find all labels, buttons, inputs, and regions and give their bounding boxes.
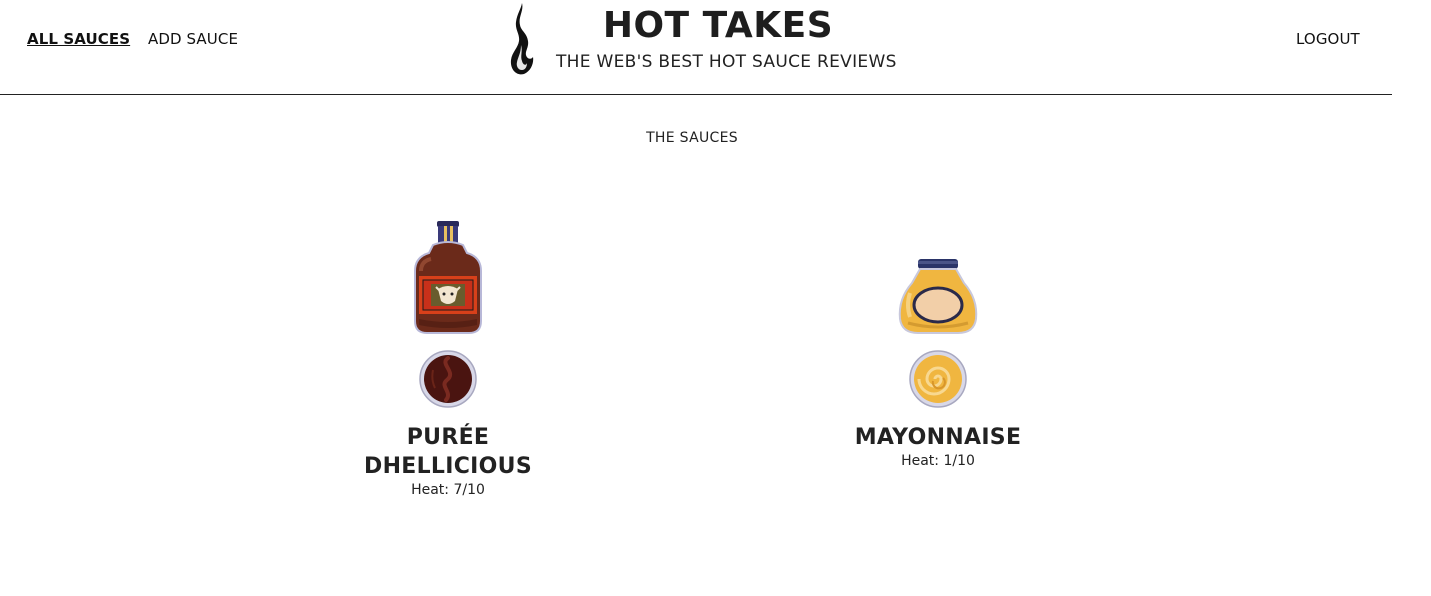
sauce-card[interactable]: MAYONNAISE Heat: 1/10 [828,210,1048,469]
page: ALL SAUCES ADD SAUCE HOT TAKES THE WEB'S… [0,0,1431,596]
nav-add-sauce[interactable]: ADD SAUCE [148,30,238,48]
sauce-bowl [338,350,558,410]
brand[interactable]: HOT TAKES THE WEB'S BEST HOT SAUCE REVIE… [506,0,926,90]
site-header: ALL SAUCES ADD SAUCE HOT TAKES THE WEB'S… [0,0,1392,95]
sauce-card[interactable]: PURÉE DHELLICIOUS Heat: 7/10 [338,210,558,498]
mayonnaise-bowl-icon [909,350,967,408]
sauce-name: PURÉE DHELLICIOUS [364,425,532,479]
section-title: THE SAUCES [646,130,738,146]
site-subtitle: THE WEB'S BEST HOT SAUCE REVIEWS [556,52,897,72]
hot-sauce-bottle-icon [414,221,482,334]
sauce-heat: Heat: 7/10 [411,482,485,498]
sauce-name: MAYONNAISE [854,425,1022,450]
sauce-bowl [828,350,1048,410]
sauce-image [828,210,1048,335]
mayonnaise-jar-icon [898,259,978,334]
sauce-heat: Heat: 1/10 [901,453,975,469]
site-title: HOT TAKES [602,5,834,46]
logout-link[interactable]: LOGOUT [1296,30,1360,48]
sauce-image [338,210,558,335]
nav-all-sauces[interactable]: ALL SAUCES [27,30,130,48]
dark-sauce-bowl-icon [419,350,477,408]
